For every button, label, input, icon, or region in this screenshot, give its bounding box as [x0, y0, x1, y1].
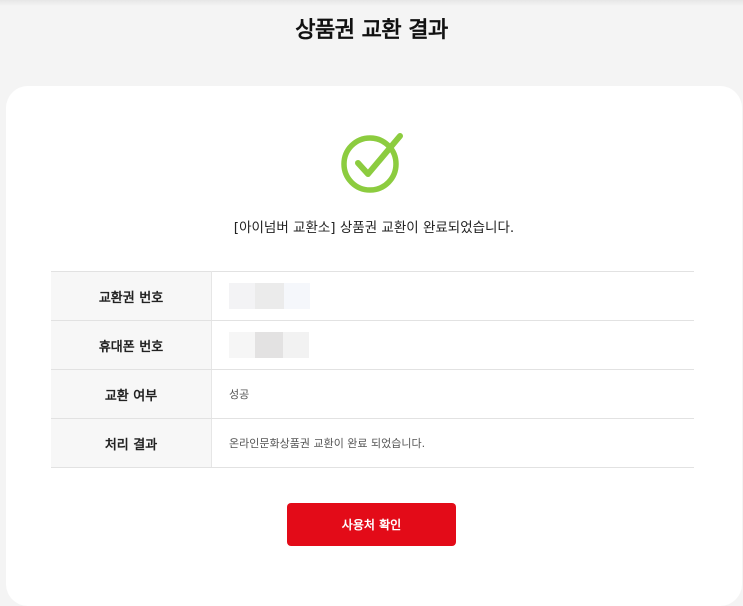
result-card: [아이넘버 교환소] 상품권 교환이 완료되었습니다. 교환권 번호 휴대폰 번… [6, 86, 742, 606]
voucher-number-label: 교환권 번호 [51, 271, 212, 321]
phone-number-value [211, 320, 694, 370]
voucher-number-value [211, 271, 694, 321]
result-table: 교환권 번호 휴대폰 번호 교환 여부 성공 처리 결과 온라인문화상품권 교환… [51, 271, 694, 468]
check-circle-icon [341, 133, 403, 193]
masked-phone-number [229, 332, 694, 358]
page-title: 상품권 교환 결과 [295, 18, 448, 43]
table-row: 교환 여부 성공 [51, 369, 694, 419]
exchange-status-value: 성공 [211, 369, 694, 419]
top-shadow [0, 0, 743, 6]
masked-voucher-number [229, 283, 694, 309]
exchange-status-label: 교환 여부 [51, 369, 212, 419]
process-result-value: 온라인문화상품권 교환이 완료 되었습니다. [211, 418, 694, 468]
table-row: 처리 결과 온라인문화상품권 교환이 완료 되었습니다. [51, 418, 694, 468]
table-row: 교환권 번호 [51, 271, 694, 321]
phone-number-label: 휴대폰 번호 [51, 320, 212, 370]
check-usage-places-button[interactable]: 사용처 확인 [287, 503, 456, 546]
table-row: 휴대폰 번호 [51, 320, 694, 370]
completion-message: [아이넘버 교환소] 상품권 교환이 완료되었습니다. [233, 220, 515, 236]
process-result-label: 처리 결과 [51, 418, 212, 468]
